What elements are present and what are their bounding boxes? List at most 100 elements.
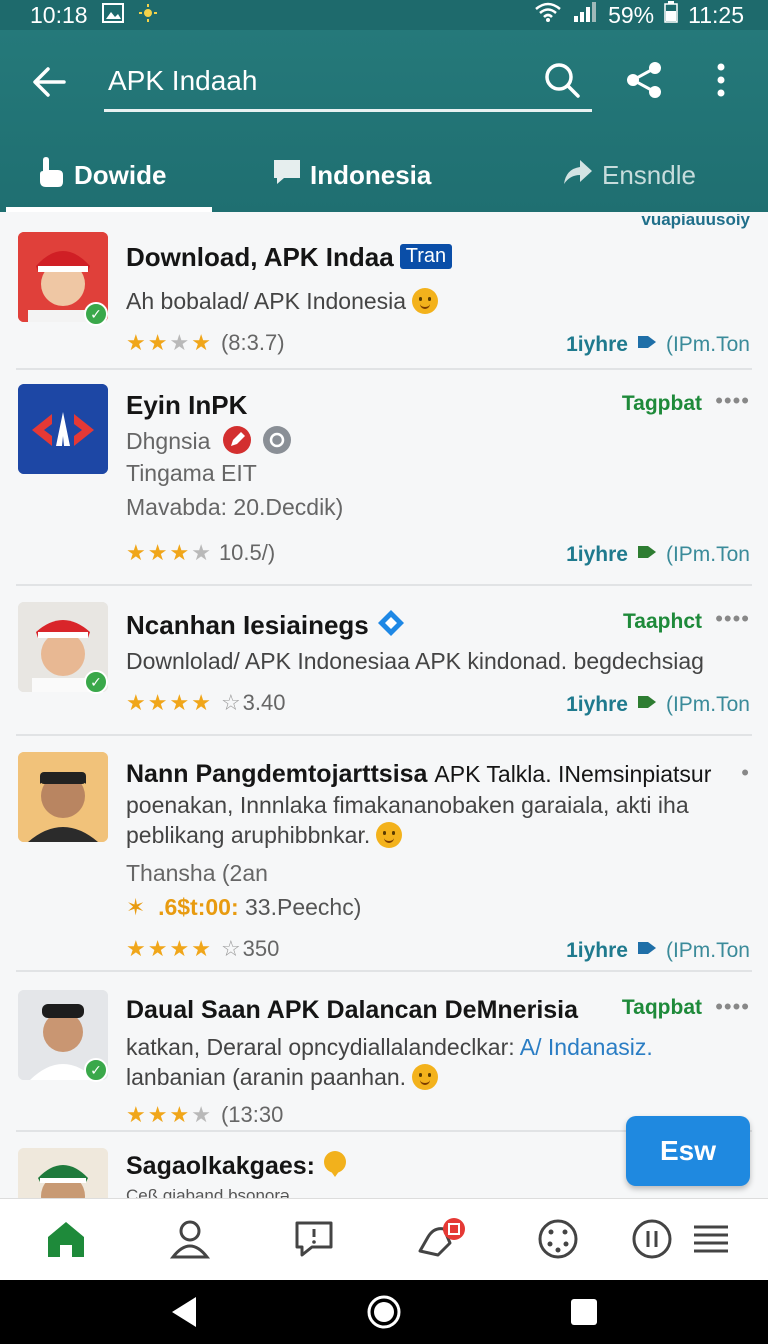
rating-text: (8:3.7) — [220, 330, 285, 355]
star-icon: ★ — [169, 1102, 190, 1127]
item-title: Download, APK Indaa Tran — [126, 242, 453, 273]
meta-value: (IPm.Ton — [665, 333, 750, 356]
item-description: lanbanian (aranin paanhan. — [126, 1064, 439, 1091]
item-link[interactable]: A/ Indanasiz. — [520, 1034, 653, 1060]
rating: ★ ★ ★ ★ ☆ 350 — [126, 936, 279, 962]
item-subtitle: Downlolad/ APK Indonesiaa APK kindonad. … — [126, 648, 704, 674]
meta-label: 1iyhre — [566, 939, 628, 962]
system-home-icon[interactable] — [366, 1294, 402, 1330]
more-horizontal-icon[interactable]: •••• — [715, 606, 750, 632]
item-meta: 1iyhre (IPm.Ton — [566, 938, 750, 964]
star-icon: ★ — [126, 1102, 146, 1127]
battery-icon — [664, 1, 678, 29]
palette-icon[interactable] — [536, 1217, 580, 1261]
share-icon[interactable] — [622, 58, 666, 102]
item-meta: 1iyhre (IPm.Ton — [566, 332, 750, 358]
status-time-right: 11:25 — [688, 1, 744, 28]
home-icon[interactable] — [44, 1217, 88, 1261]
menu-icon[interactable] — [690, 1217, 734, 1261]
item-line: Tingama EIT — [126, 460, 257, 486]
message-icon[interactable] — [292, 1217, 336, 1261]
sync-icon — [263, 426, 292, 460]
item-subtitle: Dhgnsia — [126, 426, 292, 460]
item-subtitle-text: Ah bobalad/ APK Indonesia — [126, 288, 407, 314]
star-icon: ★ — [147, 690, 168, 715]
item-description: peblikang aruphibbnkar. — [126, 822, 403, 849]
system-back-icon[interactable] — [166, 1294, 202, 1330]
item-description: poenakan, Innnlaka fimakananobaken garai… — [126, 792, 689, 818]
item-description-text: lanbanian (aranin paanhan. — [126, 1064, 407, 1090]
item-subtitle-text: Dhgnsia — [126, 428, 211, 454]
star-icon: ★ — [169, 936, 190, 961]
pause-circle-icon[interactable] — [630, 1217, 674, 1261]
star-icon: ★ — [169, 540, 190, 565]
star-icon: ★ — [126, 540, 146, 565]
tab-bar: Dowide Indonesia Ensndle — [0, 142, 768, 212]
weather-notification-icon — [138, 2, 158, 29]
verified-diamond-icon — [376, 608, 406, 645]
list-item[interactable]: Nann Pangdemtojarttsisa APK Talkla. INem… — [16, 736, 752, 972]
item-title: Nann Pangdemtojarttsisa APK Talkla. INem… — [126, 760, 711, 789]
item-description: katkan, Deraral opncydiallalandeclkar: A… — [126, 1034, 653, 1061]
item-title-text: Nann Pangdemtojarttsisa — [126, 760, 428, 788]
app-list[interactable]: vuapiauusoiy ✓ Download, APK Indaa Tran A… — [0, 212, 768, 1198]
list-item[interactable]: ✓ Ncanhan Iesiainegs Taaphct •••• Downlo… — [16, 586, 752, 736]
tab-label: Indonesia — [310, 159, 432, 190]
price-prefix: ✶ .6$t:00: — [126, 894, 239, 920]
list-item[interactable]: Eyin InPK Tagpbat •••• Dhgnsia Tingama E… — [16, 370, 752, 586]
search-bar — [104, 54, 592, 112]
star-icon: ★ — [191, 936, 211, 961]
more-dot-icon[interactable]: • — [741, 760, 750, 786]
hand-pointer-icon — [36, 155, 66, 196]
tab-label: Ensndle — [602, 159, 696, 190]
more-horizontal-icon[interactable]: •••• — [715, 388, 750, 414]
rating: ★ ★ ★ ★ 10.5/) — [126, 540, 275, 566]
star-icon: ★ — [191, 540, 211, 565]
item-tag: Taaphct — [623, 610, 702, 633]
tab-label: Dowide — [74, 159, 167, 190]
meta-value: (IPm.Ton — [665, 543, 750, 566]
smiley-emoji-icon — [412, 288, 439, 314]
tag-icon — [636, 332, 658, 358]
profile-icon[interactable] — [168, 1217, 212, 1261]
rating-text: 350 — [242, 936, 280, 961]
tab-dowide[interactable]: Dowide — [36, 142, 166, 208]
tag-icon — [636, 692, 658, 718]
star-icon: ★ — [191, 690, 211, 715]
item-title-text: Download, APK Indaa — [126, 242, 394, 272]
search-icon[interactable] — [542, 60, 582, 100]
star-icon: ★ — [147, 330, 168, 355]
item-title: Sagaolkakgaes: — [126, 1150, 348, 1185]
more-vertical-icon[interactable] — [706, 58, 736, 102]
status-bar: 10:18 59% 11:25 — [0, 0, 768, 30]
wifi-icon — [534, 1, 562, 29]
floating-action-button[interactable]: Esw — [626, 1116, 750, 1186]
meta-value: (IPm.Ton — [665, 693, 750, 716]
system-recents-icon[interactable] — [566, 1294, 602, 1330]
item-tag: Tagpbat — [621, 392, 702, 415]
notification-bell-icon[interactable] — [416, 1217, 465, 1261]
item-line: Thansha (2an — [126, 860, 268, 886]
rating-text: 10.5/) — [218, 540, 276, 565]
share-arrow-icon — [562, 158, 594, 193]
more-horizontal-icon[interactable]: •••• — [715, 994, 750, 1020]
list-item[interactable]: ✓ Daual Saan APK Dalancan DeMnerisia Taq… — [16, 972, 752, 1132]
search-input[interactable] — [108, 60, 528, 102]
meta-value: (IPm.Ton — [665, 939, 750, 962]
back-arrow-icon[interactable] — [28, 60, 72, 104]
rating: ★ ★ ★ ★ ☆ 3.40 — [126, 690, 286, 716]
edit-pencil-icon — [222, 426, 251, 460]
verified-check-icon: ✓ — [84, 302, 108, 326]
item-meta: 1iyhre (IPm.Ton — [566, 542, 750, 568]
rating-text: (13:30 — [220, 1102, 284, 1127]
star-icon: ★ — [147, 936, 168, 961]
item-description-text: peblikang aruphibbnkar. — [126, 822, 371, 848]
location-pin-icon — [322, 1150, 348, 1185]
tab-ensndle[interactable]: Ensndle — [562, 142, 696, 208]
tag-icon — [636, 542, 658, 568]
tab-indonesia[interactable]: Indonesia — [272, 142, 431, 208]
list-item[interactable]: ✓ Download, APK Indaa Tran Ah bobalad/ AP… — [16, 220, 752, 370]
tag-icon — [636, 938, 658, 964]
verified-check-icon: ✓ — [84, 670, 108, 694]
rating: ★ ★ ★ ★ (13:30 — [126, 1102, 283, 1128]
